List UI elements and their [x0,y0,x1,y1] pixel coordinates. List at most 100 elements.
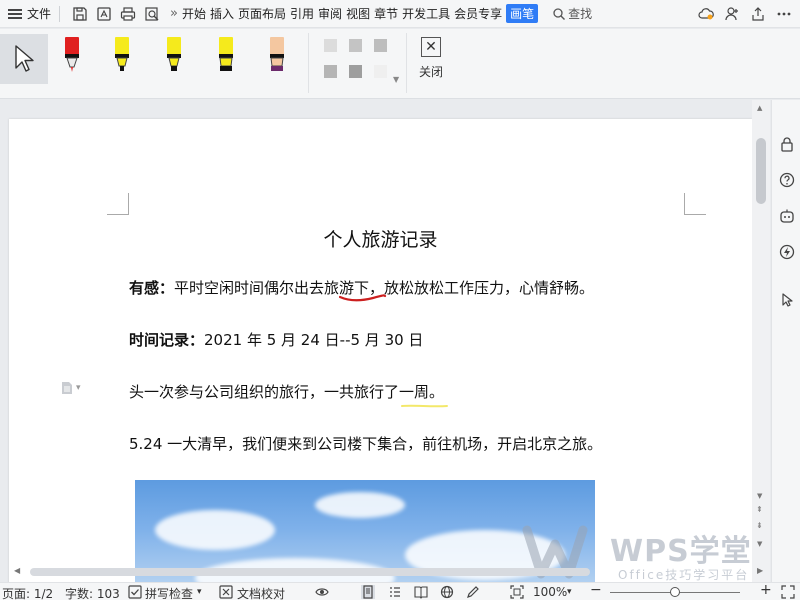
yellow-highlighter-3[interactable] [216,37,236,73]
horizontal-scrollbar[interactable]: ◀ ▶ [0,562,770,582]
tab-page-layout[interactable]: 页面布局 [238,5,286,22]
file-menu[interactable]: 文件 [27,5,51,22]
close-pen-button[interactable]: ✕ 关闭 [414,37,448,80]
tab-chapter[interactable]: 章节 [374,5,398,22]
chevron-down-icon: ▾ [76,383,81,393]
paragraph-settings[interactable]: ▾ [61,381,81,395]
word-count[interactable]: 字数: 103 [65,585,120,600]
document-title: 个人旅游记录 [323,229,438,251]
spell-check-dropdown-icon[interactable]: ▾ [197,587,202,597]
paragraph-label: 有感： [129,279,175,297]
page-view-icon[interactable] [361,585,375,599]
tab-review[interactable]: 审阅 [318,5,342,22]
more-options-icon[interactable] [774,4,794,24]
crop-mark [107,193,129,215]
red-pen[interactable] [62,37,82,73]
tab-pen[interactable]: 画笔 [506,4,539,23]
scroll-down-icon[interactable]: ▼ [757,492,762,500]
arrow-cursor-icon [15,45,34,72]
doc-proof[interactable]: 文档校对 [237,585,285,600]
scroll-up-icon[interactable]: ▲ [757,104,762,112]
scroll-left-icon[interactable]: ◀ [14,566,20,575]
window-actions [696,4,794,24]
paragraph-label: 时间记录： [129,331,205,349]
right-side-panel [771,100,800,582]
paragraph: 5.24 一大清早，我们便来到公司楼下集合，前往机场，开启北京之旅。 [129,433,602,454]
zoom-in-icon[interactable]: + [760,582,772,598]
fit-page-icon[interactable] [510,585,524,599]
paragraph-text: 2021 年 5 月 24 日--5 月 30 日 [204,331,424,349]
paragraph: 头一次参与公司组织的旅行，一共旅行了一周。 [129,381,444,402]
print-icon[interactable] [119,5,137,23]
swatch-color[interactable] [324,39,337,52]
help-icon[interactable] [779,172,795,188]
swatch-color[interactable] [349,65,362,78]
print-preview-icon[interactable] [143,5,161,23]
zoom-out-icon[interactable]: − [590,582,602,598]
vertical-scrollbar[interactable]: ▲ ▼ ⇞ ⇟ ▼ [752,100,770,582]
yellow-highlighter-1[interactable] [112,37,132,73]
ai-assistant-icon[interactable] [779,208,795,224]
paragraph-text: 头一次参与公司组织的旅行，一共旅行了一周。 [129,383,445,401]
close-icon: ✕ [421,37,441,57]
tab-start[interactable]: 开始 [182,5,206,22]
save-icon[interactable] [71,5,89,23]
previous-page-icon[interactable]: ⇞ [756,505,763,514]
web-view-icon[interactable] [440,585,454,599]
spell-check[interactable]: 拼写检查 [145,585,193,600]
tab-developer[interactable]: 开发工具 [402,5,450,22]
fullscreen-icon[interactable] [781,585,795,599]
outline-view-icon[interactable] [388,585,402,599]
add-user-icon[interactable] [722,4,742,24]
lock-icon[interactable] [779,136,795,152]
document-icon [62,382,72,394]
search-box[interactable]: 查找 [552,5,592,22]
horizontal-scroll-thumb[interactable] [30,568,590,576]
tab-references[interactable]: 引用 [290,5,314,22]
select-tool-button[interactable] [0,34,48,84]
zoom-level[interactable]: 100% [533,585,567,599]
hamburger-menu-icon[interactable] [8,8,22,19]
eye-protect-icon[interactable] [315,585,329,599]
cloud [155,510,275,550]
zoom-slider-handle[interactable] [670,587,680,597]
zoom-dropdown-icon[interactable]: ▾ [567,587,572,597]
document-page[interactable]: 个人旅游记录 有感：平时空闲时间偶尔出去旅游下，放松放松工作压力，心情舒畅。 时… [9,119,752,582]
swatch-color[interactable] [349,39,362,52]
cloud-sync-icon[interactable] [696,4,716,24]
crop-mark [684,193,706,215]
menu-divider [59,5,61,22]
more-quick-access-icon[interactable]: » [170,6,178,21]
page-indicator[interactable]: 页面: 1/2 [2,585,53,600]
share-icon[interactable] [748,4,768,24]
menu-bar: 文件 » 开始 插入 页面布局 引用 审阅 视图 章节 开发工具 会员专享 画笔… [0,0,800,28]
swatch-color[interactable] [374,39,387,52]
pen-ribbon: ▼ ✕ 关闭 [0,29,800,99]
ribbon-divider [406,33,407,93]
search-label: 查找 [568,7,593,21]
pen-mode-icon[interactable] [466,585,480,599]
peach-highlighter[interactable] [267,37,287,73]
tab-insert[interactable]: 插入 [210,5,234,22]
red-ink-underline [339,294,387,302]
cloud [315,492,405,518]
scroll-right-icon[interactable]: ▶ [757,566,763,575]
search-icon [553,7,566,20]
lightning-icon[interactable] [779,244,795,260]
document-canvas: 个人旅游记录 有感：平时空闲时间偶尔出去旅游下，放松放松工作压力，心情舒畅。 时… [0,100,770,582]
swatch-color[interactable] [324,65,337,78]
tab-view[interactable]: 视图 [346,5,370,22]
scroll-thumb[interactable] [756,138,766,204]
close-label: 关闭 [418,65,443,79]
yellow-ink-stroke [401,404,448,408]
checkbox-icon[interactable] [128,585,142,599]
paragraph-text: 5.24 一大清早，我们便来到公司楼下集合，前往机场，开启北京之旅。 [129,435,603,453]
select-arrow-icon[interactable] [779,292,795,308]
export-pdf-icon[interactable] [95,5,113,23]
yellow-highlighter-2[interactable] [164,37,184,73]
reading-view-icon[interactable] [414,585,428,599]
swatch-color[interactable] [374,65,387,78]
doc-proof-icon[interactable] [219,585,233,599]
swatch-dropdown-icon[interactable]: ▼ [393,75,399,84]
tab-member[interactable]: 会员专享 [454,5,502,22]
